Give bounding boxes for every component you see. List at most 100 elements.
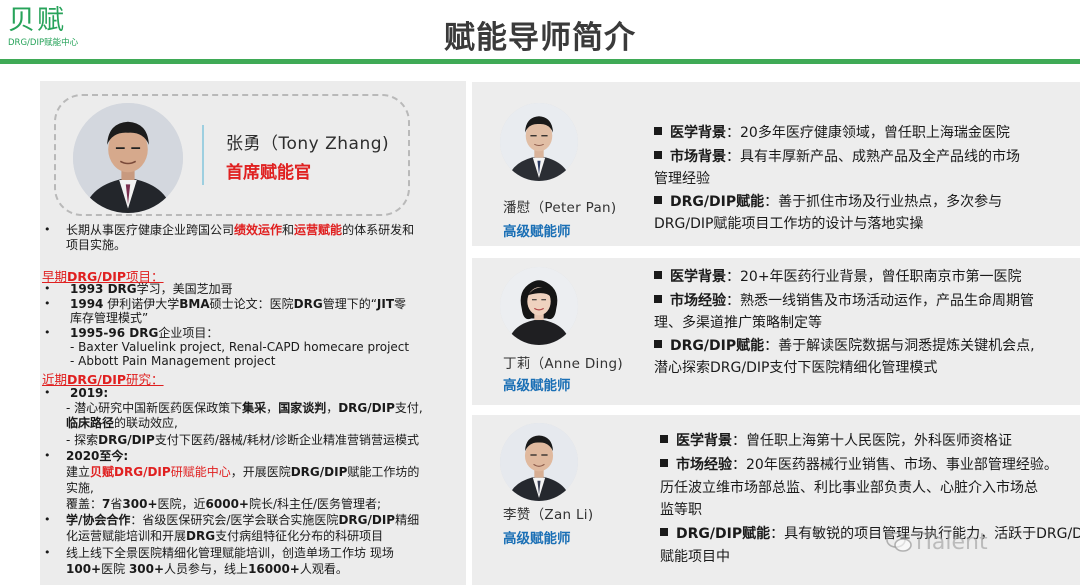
item-text: 赋能工作坊的 — [347, 465, 420, 479]
year-label: 1995-96 DRG — [70, 326, 159, 340]
item-bold: DRG/DIP — [338, 401, 395, 415]
square-bullet-icon — [654, 196, 662, 204]
chief-mentor-avatar — [73, 103, 183, 213]
mentor-avatar-anne-ding — [500, 267, 578, 345]
mentor-avatar-peter-pan — [500, 103, 578, 181]
year-label: 1993 DRG — [70, 282, 137, 296]
item-text: 零 — [394, 297, 407, 311]
detail-label: DRG/DIP赋能 — [676, 526, 771, 542]
mentor-detail-line: 市场背景：具有丰厚新产品、成熟产品及全产品线的市场 — [654, 145, 1020, 169]
recent-year: 2020至今: — [66, 449, 128, 463]
early-item-cont: 库存管理模式” — [70, 311, 149, 325]
mentor-detail-line: 医学背景：20+年医药行业背景，曾任职南京市第一医院 — [654, 265, 1022, 289]
detail-text: ：曾任职上海第十人民医院，外科医师资格证 — [732, 433, 1012, 449]
early-item: 1995-96 DRG企业项目： — [70, 326, 218, 340]
item-bold: 集采 — [242, 401, 267, 415]
square-bullet-icon — [654, 151, 662, 159]
item-text: 覆盖： — [66, 497, 103, 511]
square-bullet-icon — [654, 295, 662, 303]
bullet-dot: • — [44, 449, 51, 462]
mentor-role: 高级赋能师 — [503, 378, 571, 394]
heading-text: 研究： — [126, 372, 164, 387]
square-bullet-icon — [654, 127, 662, 135]
bullet-dot: • — [44, 282, 51, 295]
item-text: 管理下的“ — [322, 297, 377, 311]
intro-text: 和 — [282, 223, 295, 237]
bullet-dot: • — [44, 386, 51, 399]
detail-text: ：20+年医药行业背景，曾任职南京市第一医院 — [726, 269, 1022, 285]
early-subitem: - Baxter Valuelink project, Renal-CAPD h… — [70, 340, 410, 354]
year-label: 2019: — [70, 386, 109, 400]
item-bold: DRG/DIP — [98, 433, 155, 447]
recent-item-cont: 化运营赋能培训和开展DRG支付病组特征化分布的科研项目 — [66, 529, 383, 543]
recent-item-cont: 临床路径的联动效应, — [66, 416, 178, 430]
intro-highlight: 运营赋能 — [294, 223, 343, 237]
item-text: 的联动效应, — [114, 416, 178, 430]
mentor-detail-line: DRG/DIP赋能：善于抓住市场及行业热点，多次参与 — [654, 190, 1002, 214]
mentor-detail-cont: 管理经验 — [654, 171, 710, 187]
item-text: ， — [326, 401, 339, 415]
recent-item-cont: 实施, — [66, 481, 94, 495]
item-text: ， — [266, 401, 279, 415]
item-bold: 国家谈判 — [278, 401, 327, 415]
chief-mentor-name: 张勇（Tony Zhang) — [226, 134, 390, 154]
item-text: - 潜心研究中国新医药医保政策下 — [66, 401, 243, 415]
year-label: 1994 — [70, 297, 104, 311]
item-highlight: 贝赋 — [90, 465, 115, 479]
detail-text: ：具有丰厚新产品、成熟产品及全产品线的市场 — [726, 149, 1020, 165]
item-bold: DRG — [186, 529, 216, 543]
item-text: 支付下医药/器械/耗材/诊断企业精准营销营运模式 — [154, 433, 419, 447]
detail-label: 医学背景 — [670, 269, 726, 285]
heading-text: 近期 — [42, 372, 68, 387]
item-text: 院长/科主任/医务管理者; — [248, 497, 382, 511]
item-text: 精细 — [395, 513, 420, 527]
recent-item: 学/协会合作：省级医保研究会/医学会联合实施医院DRG/DIP精细 — [66, 513, 419, 527]
year-label: 2020至今: — [66, 449, 129, 463]
detail-label: 医学背景 — [670, 125, 726, 141]
intro-text: 的体系研发和 — [342, 223, 415, 237]
item-highlight: 研赋能中心 — [170, 465, 231, 479]
chief-mentor-role: 首席赋能官 — [226, 163, 311, 183]
square-bullet-icon — [660, 528, 668, 536]
heading-text: DRG/DIP — [67, 372, 127, 387]
detail-text: ：熟悉一线销售及市场活动运作，产品生命周期管 — [726, 293, 1034, 309]
mentor-detail-cont: 历任波立维市场部总监、利比事业部负责人、心脏介入市场总 — [660, 480, 1038, 496]
item-text: 医院 — [101, 562, 129, 576]
item-text: 硕士论文：医院 — [209, 297, 294, 311]
square-bullet-icon — [660, 435, 668, 443]
square-bullet-icon — [660, 459, 668, 467]
item-bold: 100+ — [66, 562, 102, 576]
item-bold: 300+ — [122, 497, 158, 511]
item-bold: DRG — [293, 297, 323, 311]
square-bullet-icon — [654, 271, 662, 279]
mentor-name: 丁莉（Anne Ding) — [503, 356, 623, 372]
item-text: 医院，近 — [157, 497, 206, 511]
detail-label: DRG/DIP赋能 — [670, 194, 765, 210]
item-bold: DRG/DIP — [290, 465, 348, 479]
mentor-avatar-zan-li — [500, 423, 578, 501]
intro-line: 长期从事医疗健康企业跨国公司绩效运作和运营赋能的体系研发和 — [66, 223, 414, 237]
detail-label: 市场经验 — [670, 293, 726, 309]
early-subitem: - Abbott Pain Management project — [70, 354, 276, 368]
bullet-dot: • — [44, 546, 51, 559]
early-item: 1993 DRG学习，美国芝加哥 — [70, 282, 233, 296]
recent-item: 建立贝赋DRG/DIP研赋能中心，开展医院DRG/DIP赋能工作坊的 — [66, 465, 419, 479]
mentor-detail-cont: 理、多渠道推广策略制定等 — [654, 315, 822, 331]
mentor-role: 高级赋能师 — [503, 531, 571, 547]
intro-highlight: 绩效运作 — [234, 223, 283, 237]
detail-label: 市场经验 — [676, 457, 732, 473]
detail-text: ：20多年医疗健康领域，曾任职上海瑞金医院 — [726, 125, 1010, 141]
mentor-detail-line: 市场经验：熟悉一线销售及市场活动运作，产品生命周期管 — [654, 289, 1034, 313]
mentor-detail-cont: 潜心探索DRG/DIP支付下医院精细化管理模式 — [654, 360, 938, 376]
watermark-text: iTalent — [916, 530, 988, 555]
item-text: 化运营赋能培训和开展 — [66, 529, 187, 543]
recent-item: 线上线下全景医院精细化管理赋能培训，创造单场工作坊 现场 — [66, 546, 394, 560]
mentor-detail-line: 医学背景：20多年医疗健康领域，曾任职上海瑞金医院 — [654, 121, 1010, 145]
mentor-detail-cont: 赋能项目中 — [660, 549, 730, 565]
bullet-dot: • — [44, 513, 51, 526]
item-bold: 学/协会合作 — [66, 513, 131, 527]
item-bold: JIT — [376, 297, 395, 311]
mentor-name: 李赞（Zan Li) — [503, 507, 594, 523]
header-divider — [0, 59, 1080, 64]
item-text: 企业项目： — [158, 326, 219, 340]
